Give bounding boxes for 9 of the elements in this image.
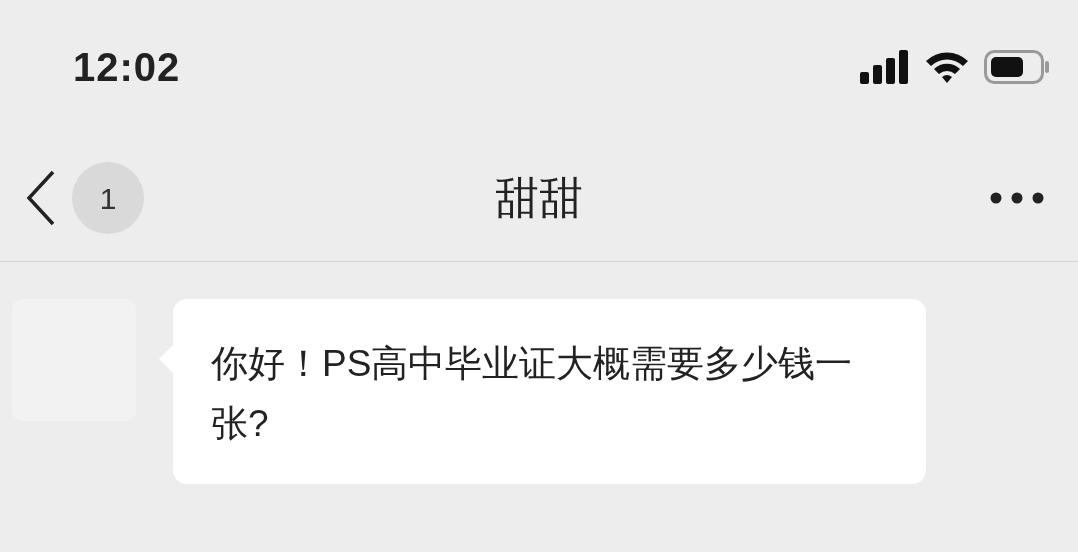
- status-time: 12:02: [73, 43, 181, 91]
- back-icon[interactable]: [26, 170, 56, 226]
- message-text: 你好！PS高中毕业证大概需要多少钱一张?: [211, 342, 854, 446]
- wifi-icon: [924, 49, 970, 84]
- battery-icon: [984, 49, 1050, 84]
- chat-title: 甜甜: [495, 172, 583, 224]
- signal-icon: [860, 49, 910, 84]
- unread-count-badge: 1: [72, 162, 144, 234]
- more-icon[interactable]: [990, 192, 1044, 204]
